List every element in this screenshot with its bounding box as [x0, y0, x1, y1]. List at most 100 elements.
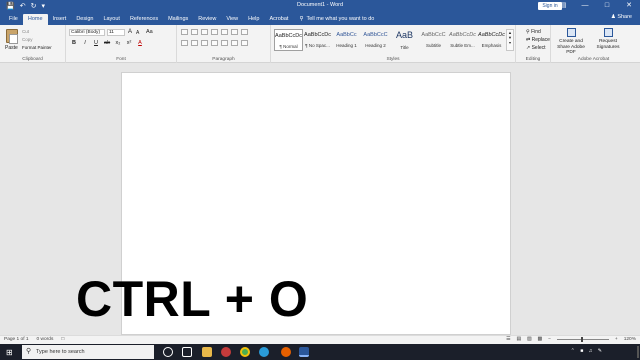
print-layout-icon[interactable]: ▧ — [527, 337, 532, 342]
redo-icon[interactable]: ↻ — [31, 2, 37, 10]
replace-button[interactable]: ⇄ Replace — [526, 36, 550, 44]
grow-font-button[interactable]: A — [128, 29, 132, 35]
restore-ribbon-icon[interactable]: ▤ — [552, 0, 574, 12]
shading-icon[interactable] — [231, 40, 238, 46]
style-normal[interactable]: AaBbCcDc ¶ Normal — [274, 29, 303, 51]
keyboard-shortcut-caption: CTRL + O — [76, 271, 309, 327]
task-view-icon[interactable] — [182, 347, 192, 357]
read-mode-icon[interactable]: ▤ — [516, 337, 521, 342]
editing-group: ⚲ Find ⇄ Replace ↗ Select Editing — [516, 25, 551, 63]
increase-indent-icon[interactable] — [221, 29, 228, 35]
system-tray[interactable]: ⌃ ■ ♫ ✎ — [571, 348, 604, 354]
cut-button[interactable]: Cut — [22, 28, 52, 36]
close-icon[interactable]: ✕ — [618, 0, 640, 12]
acrobat-label: Adobe Acrobat — [577, 57, 610, 62]
editing-label: Editing — [525, 57, 541, 62]
style-no-spacing[interactable]: AaBbCcDc ¶ No Spac... — [303, 29, 332, 51]
chrome-icon[interactable] — [240, 347, 250, 357]
tell-me-box[interactable]: ⚲ Tell me what you want to do — [293, 14, 374, 25]
font-color-icon[interactable]: A — [137, 40, 143, 46]
paste-button[interactable]: Paste — [5, 45, 18, 51]
firefox-icon[interactable] — [281, 347, 291, 357]
style-subtitle[interactable]: AaBbCcC Subtitle — [419, 29, 448, 51]
underline-button[interactable]: U — [93, 40, 99, 46]
tab-insert[interactable]: Insert — [48, 14, 72, 25]
title-bar: 💾 ↶ ↻ ▾ Document1 - Word Sign in ▤ — □ ✕ — [0, 0, 640, 12]
paste-icon[interactable] — [6, 29, 18, 44]
style-subtle-emphasis[interactable]: AaBbCcDc Subtle Em... — [448, 29, 477, 51]
tab-design[interactable]: Design — [71, 14, 98, 25]
word-taskbar-icon[interactable] — [299, 347, 309, 357]
ribbon: Paste Cut Copy Format Painter Clipboard … — [0, 25, 640, 63]
web-layout-icon[interactable]: ▩ — [538, 337, 543, 342]
word-count[interactable]: 0 words — [37, 337, 54, 342]
save-icon[interactable]: 💾 — [6, 2, 15, 10]
bullets-icon[interactable] — [181, 29, 188, 35]
tab-review[interactable]: Review — [193, 14, 221, 25]
format-painter-button[interactable]: Format Painter — [22, 44, 52, 52]
undo-icon[interactable]: ↶ — [20, 2, 26, 10]
style-emphasis[interactable]: AaBbCcDc Emphasis — [477, 29, 506, 51]
tab-acrobat[interactable]: Acrobat — [264, 14, 293, 25]
superscript-button[interactable]: x² — [126, 40, 132, 46]
align-left-icon[interactable] — [181, 40, 188, 46]
tab-view[interactable]: View — [221, 14, 243, 25]
edge-icon[interactable] — [259, 347, 269, 357]
italic-button[interactable]: I — [82, 40, 88, 46]
select-button[interactable]: ↗ Select — [526, 44, 550, 52]
tab-home[interactable]: Home — [22, 14, 48, 25]
page-count[interactable]: Page 1 of 1 — [4, 337, 29, 342]
paragraph-label: Paragraph — [212, 57, 235, 62]
tab-mailings[interactable]: Mailings — [163, 14, 193, 25]
styles-scroll-icon[interactable]: ▲ ▼ ▾ — [506, 29, 514, 51]
zoom-in-icon[interactable]: + — [615, 337, 618, 342]
justify-icon[interactable] — [211, 40, 218, 46]
create-adobe-pdf-button[interactable]: Create and Share Adobe PDF — [554, 28, 588, 56]
numbering-icon[interactable] — [191, 29, 198, 35]
bold-button[interactable]: B — [71, 40, 77, 46]
clipboard-label: Clipboard — [22, 57, 43, 62]
minimize-icon[interactable]: — — [574, 0, 596, 12]
request-signatures-button[interactable]: Request Signatures — [591, 28, 625, 50]
borders-icon[interactable] — [241, 40, 248, 46]
tab-help[interactable]: Help — [243, 14, 264, 25]
font-family-select[interactable]: Calibri (Body) — [69, 29, 105, 36]
line-spacing-icon[interactable] — [221, 40, 228, 46]
strikethrough-button[interactable]: ab — [104, 40, 110, 46]
multilevel-list-icon[interactable] — [201, 29, 208, 35]
tab-layout[interactable]: Layout — [98, 14, 125, 25]
tab-file[interactable]: File — [4, 14, 23, 25]
customize-icon[interactable]: ▾ — [41, 2, 45, 10]
align-center-icon[interactable] — [191, 40, 198, 46]
show-marks-icon[interactable] — [241, 29, 248, 35]
cortana-icon[interactable] — [163, 347, 173, 357]
subscript-button[interactable]: x₂ — [115, 40, 121, 46]
tab-references[interactable]: References — [125, 14, 163, 25]
align-right-icon[interactable] — [201, 40, 208, 46]
proofing-icon[interactable]: □ — [61, 337, 64, 342]
font-size-select[interactable]: 11 — [107, 29, 125, 36]
opera-icon[interactable] — [221, 347, 231, 357]
share-button[interactable]: ♟ Share — [611, 14, 632, 20]
font-group: Calibri (Body) 11 A A Aa B I U ab x₂ x² … — [66, 25, 177, 63]
zoom-level[interactable]: 120% — [624, 337, 636, 342]
style-heading-2[interactable]: AaBbCcC Heading 2 — [361, 29, 390, 51]
zoom-out-icon[interactable]: − — [548, 337, 551, 342]
clipboard-group: Paste Cut Copy Format Painter Clipboard — [0, 25, 66, 63]
windows-start-icon[interactable]: ⊞ — [6, 348, 15, 357]
change-case-button[interactable]: Aa — [146, 29, 153, 35]
focus-icon[interactable]: ☰ — [506, 337, 510, 342]
find-button[interactable]: ⚲ Find — [526, 28, 550, 36]
style-heading-1[interactable]: AaBbCc Heading 1 — [332, 29, 361, 51]
zoom-slider[interactable] — [556, 337, 609, 342]
file-explorer-icon[interactable] — [202, 347, 212, 357]
search-icon: ⚲ — [526, 29, 530, 35]
show-desktop-button[interactable] — [637, 346, 639, 358]
copy-button[interactable]: Copy — [22, 36, 52, 44]
decrease-indent-icon[interactable] — [211, 29, 218, 35]
sort-icon[interactable] — [231, 29, 238, 35]
maximize-icon[interactable]: □ — [596, 0, 618, 12]
shrink-font-button[interactable]: A — [136, 30, 139, 36]
taskbar-search[interactable]: ⚲ Type here to search — [22, 345, 154, 359]
style-title[interactable]: AaB Title — [390, 29, 419, 51]
